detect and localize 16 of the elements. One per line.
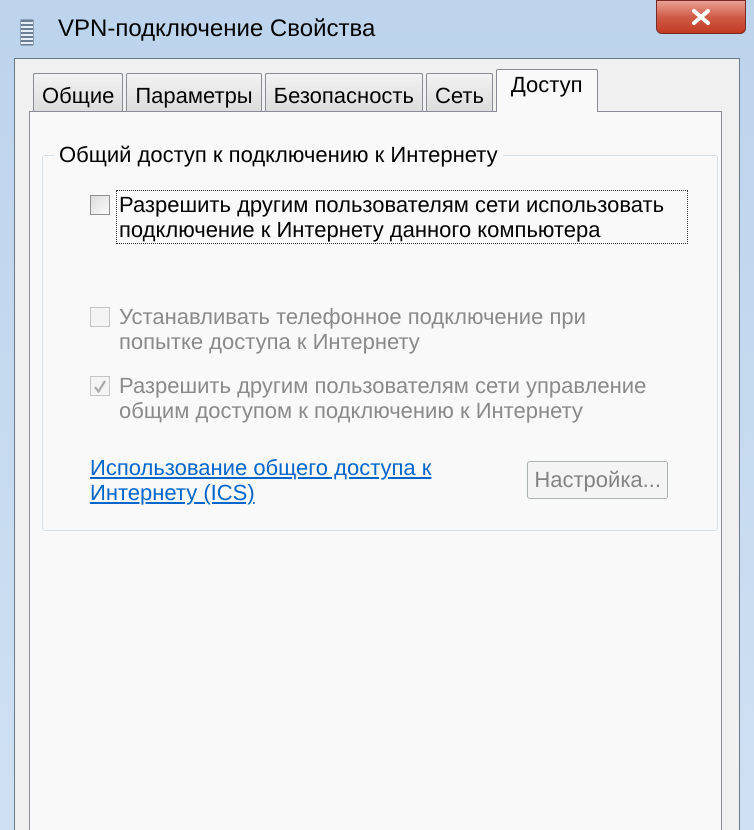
group-title: Общий доступ к подключению к Интернету — [58, 142, 499, 168]
tab[interactable]: Доступ — [496, 69, 598, 112]
tab[interactable]: Безопасность — [264, 73, 423, 111]
window-title: VPN-подключение Свойства — [58, 14, 376, 44]
checkbox-label: Разрешить другим пользователям сети использовать подключение к Интернету данного компьютера — [116, 190, 688, 244]
tab[interactable]: Сеть — [426, 73, 493, 111]
tab[interactable]: Параметры — [126, 73, 262, 111]
close-button[interactable] — [656, 0, 746, 34]
close-icon — [691, 9, 711, 25]
checkbox-label: Разрешить другим пользователям сети управление общим доступом к подключению к Интернету — [118, 372, 648, 425]
window-icon — [20, 19, 34, 46]
ics-link[interactable]: Использование общего доступа к Интернету (ICS) — [90, 455, 460, 505]
checkbox-label: Устанавливать телефонное подключение при попытке доступа к Интернету — [118, 303, 587, 356]
tab[interactable]: Общие — [33, 73, 124, 111]
checkmark-icon — [94, 380, 106, 392]
checkbox[interactable] — [90, 195, 110, 215]
